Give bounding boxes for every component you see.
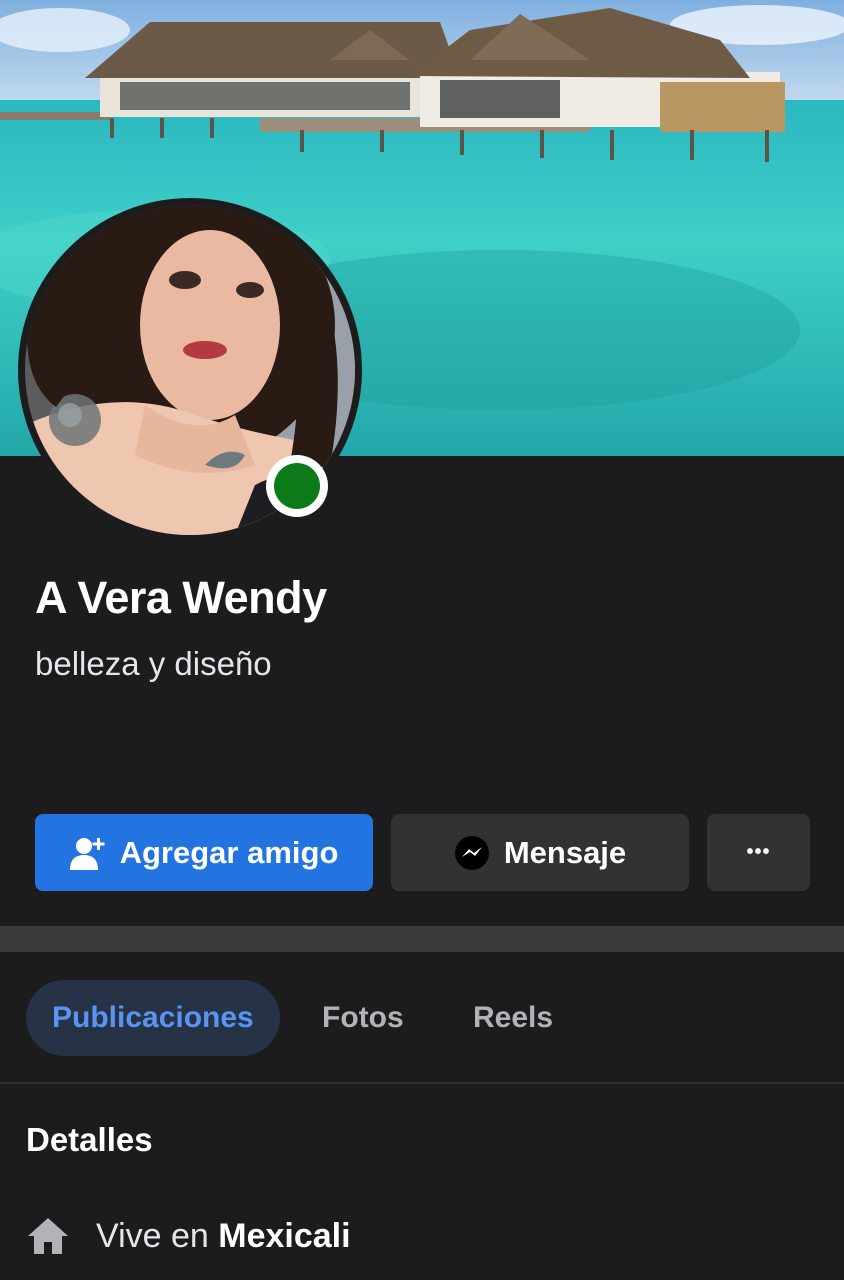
- tab-label: Reels: [473, 1001, 554, 1034]
- more-options-button[interactable]: •••: [707, 814, 810, 891]
- details-heading: Detalles: [26, 1121, 153, 1158]
- lives-in-text: Vive en Mexicali: [96, 1217, 351, 1256]
- section-divider: [0, 926, 844, 952]
- detail-lives-in: Vive en Mexicali: [26, 1214, 351, 1258]
- message-label: Mensaje: [503, 834, 627, 870]
- lives-in-city[interactable]: Mexicali: [218, 1217, 350, 1255]
- add-friend-button[interactable]: Agregar amigo: [35, 814, 373, 891]
- profile-name: A Vera Wendy: [35, 572, 327, 623]
- profile-bio: belleza y diseño: [35, 645, 272, 682]
- home-icon: [26, 1214, 70, 1258]
- add-friend-label: Agregar amigo: [119, 834, 339, 870]
- tab-label: Publicaciones: [52, 1001, 254, 1034]
- messenger-icon: [454, 835, 490, 871]
- person-plus-icon: [69, 836, 106, 870]
- online-dot-icon: [274, 463, 320, 509]
- ellipsis-icon: •••: [746, 841, 771, 863]
- message-button[interactable]: Mensaje: [391, 814, 689, 891]
- tab-fotos[interactable]: Fotos: [322, 980, 404, 1056]
- tab-label: Fotos: [322, 1001, 404, 1034]
- tab-publicaciones[interactable]: Publicaciones: [26, 980, 280, 1056]
- tabs-divider: [0, 1082, 844, 1084]
- tab-reels[interactable]: Reels: [473, 980, 553, 1056]
- online-status-indicator: [266, 455, 328, 517]
- lives-in-prefix: Vive en: [96, 1216, 209, 1255]
